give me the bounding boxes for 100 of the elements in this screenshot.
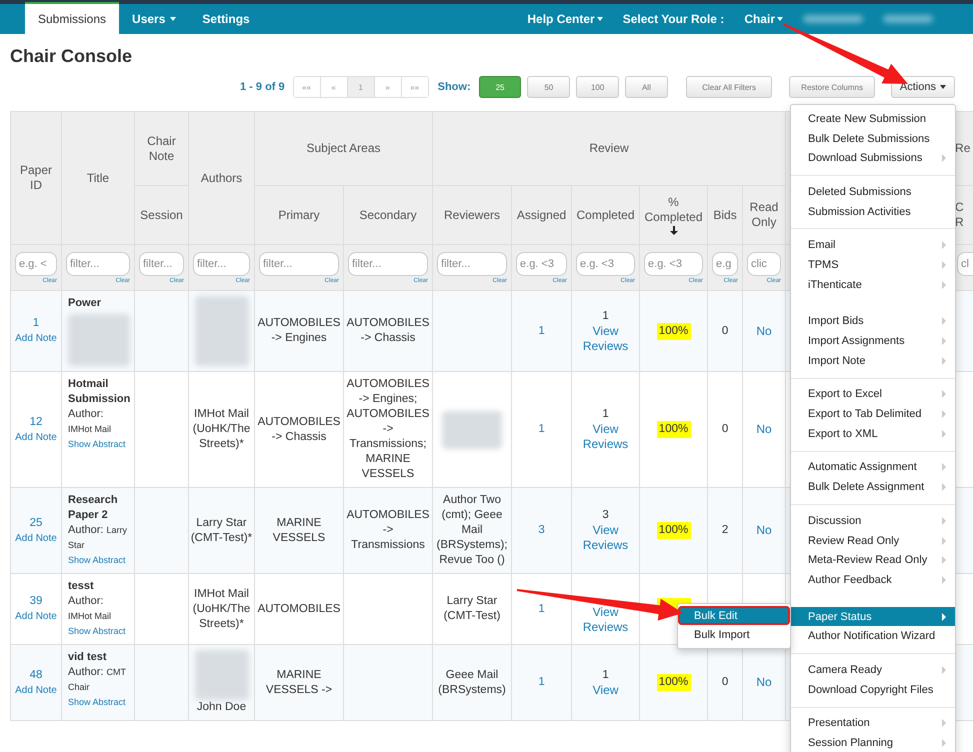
column-header: Subject Areas [306, 141, 381, 155]
view-reviews-link[interactable]: View [573, 682, 638, 698]
view-reviews-link[interactable]: View Reviews [573, 422, 638, 452]
read-only-link[interactable]: No [744, 675, 784, 690]
page-size-button[interactable]: All [625, 76, 668, 98]
menu-item[interactable]: iThenticate [791, 274, 955, 294]
show-abstract-link[interactable]: Show Abstract [68, 437, 128, 452]
toolbar-button[interactable]: Restore Columns [789, 76, 875, 98]
paper-title: vid test [68, 650, 108, 665]
subject-area: AUTOMOBILES -> Engines; AUTOMOBILES -> Transmissions; MARINE VESSELS [345, 377, 432, 482]
nav-tab[interactable]: Submissions [25, 2, 120, 34]
menu-item[interactable]: Paper Status [791, 606, 955, 626]
menu-item[interactable]: Deleted Submissions [791, 182, 955, 202]
menu-item[interactable]: Email [791, 235, 955, 256]
nav-item[interactable]: Select Your Role : [622, 12, 724, 26]
menu-item[interactable]: Export to XML [791, 424, 955, 444]
menu-item[interactable]: Bulk Edit [678, 606, 790, 625]
add-note-link[interactable]: Add Note [12, 530, 60, 546]
filter-field[interactable]: e.g. < [15, 252, 57, 276]
add-note-link[interactable]: Add Note [12, 609, 60, 624]
filter-field[interactable]: e.g. <3 [576, 252, 636, 276]
filter-field[interactable]: filter... [437, 252, 508, 276]
assigned-count[interactable]: 1 [513, 675, 570, 690]
filter-field[interactable]: filter... [139, 252, 184, 276]
page-size-button[interactable]: 100 [576, 76, 620, 98]
view-reviews-link[interactable]: View Reviews [573, 523, 638, 553]
nav-item[interactable]: Help Center [527, 12, 603, 26]
add-note-link[interactable]: Add Note [12, 331, 60, 346]
filter-field[interactable]: clic [747, 252, 782, 276]
filter-field[interactable]: e.g. <3 [516, 252, 568, 276]
filter-field[interactable]: filter... [348, 252, 428, 276]
percent-completed: 100% [656, 322, 691, 340]
completed-count: 3 [601, 508, 610, 523]
assigned-count[interactable]: 1 [513, 324, 570, 338]
view-reviews-link[interactable]: View Reviews [573, 324, 638, 354]
assigned-count[interactable]: 3 [513, 523, 570, 538]
filter-field[interactable]: filter... [259, 252, 339, 276]
percent-completed: 100% [656, 522, 691, 539]
subject-area: AUTOMOBILES -> Transmissions [345, 508, 432, 553]
toolbar-button[interactable]: Clear All Filters [686, 76, 772, 98]
page-size-button[interactable]: 25 [478, 76, 522, 98]
filter-field[interactable]: e.g. <3 [644, 252, 704, 276]
read-only-link[interactable]: No [744, 523, 784, 538]
menu-item[interactable]: Author Feedback [791, 570, 955, 590]
read-only-link[interactable]: No [744, 324, 784, 338]
column-header: Secondary [359, 208, 417, 222]
column-header: Reviewers [444, 208, 500, 222]
read-only-link[interactable]: No [744, 422, 784, 437]
add-note-link[interactable]: Add Note [12, 682, 60, 698]
menu-item[interactable]: Submission Activities [791, 202, 955, 222]
subject-area: MARINE VESSELS -> [256, 668, 342, 698]
menu-item[interactable]: Create New Submission [791, 109, 955, 129]
filter-field[interactable]: filter... [66, 252, 130, 276]
paper-title: tesst [68, 579, 95, 594]
nav-tab[interactable]: Users [119, 4, 190, 34]
menu-item[interactable]: Import Assignments [791, 331, 955, 351]
menu-item[interactable]: Presentation [791, 714, 955, 734]
filter-field[interactable]: cl [957, 252, 973, 276]
sort-arrow-icon[interactable] [670, 226, 678, 235]
page-button[interactable]: 1 [346, 77, 374, 97]
assigned-count[interactable]: 1 [513, 422, 570, 437]
show-abstract-link[interactable]: Show Abstract [68, 624, 128, 639]
menu-item[interactable]: Download Submissions [791, 148, 955, 168]
menu-item[interactable]: Discussion [791, 511, 955, 531]
menu-item[interactable]: Import Bids [791, 312, 955, 332]
menu-item[interactable]: Download Copyright Files [791, 680, 955, 700]
show-abstract-link[interactable]: Show Abstract [68, 553, 128, 568]
show-label: Show: [438, 81, 471, 93]
column-header: Chair Note [147, 134, 176, 162]
menu-item[interactable]: Session Planning [791, 733, 955, 752]
page-size-button[interactable]: 50 [527, 76, 570, 98]
filter-field[interactable]: filter... [193, 252, 250, 276]
menu-item[interactable]: Export to Tab Delimited [791, 404, 955, 424]
percent-completed: 100% [656, 674, 691, 691]
menu-item[interactable]: Author Notification Wizard [791, 626, 955, 646]
bid-count: 2 [720, 523, 730, 538]
add-note-link[interactable]: Add Note [12, 430, 60, 444]
menu-item[interactable]: Bulk Delete Submissions [791, 128, 955, 148]
menu-item[interactable]: Bulk Import [678, 625, 790, 644]
paper-title: Power [68, 296, 102, 311]
subject-area: AUTOMOBILES -> Chassis [345, 316, 432, 346]
menu-item[interactable]: Automatic Assignment [791, 458, 955, 478]
nav-tab[interactable]: Settings [189, 4, 263, 34]
author-name: Larry Star (CMT-Test)* [190, 516, 253, 546]
menu-item[interactable]: Import Note [791, 350, 955, 371]
filter-field[interactable]: e.g [712, 252, 738, 276]
author-line: Author: CMT Chair [68, 665, 127, 694]
column-header: Assigned [516, 208, 566, 222]
subject-area: AUTOMOBILES -> Chassis [256, 414, 342, 444]
show-abstract-link[interactable]: Show Abstract [68, 695, 128, 710]
menu-item[interactable]: Export to Excel [791, 384, 955, 404]
menu-item[interactable]: Camera Ready [791, 660, 955, 680]
menu-item[interactable]: Review Read Only [791, 530, 955, 550]
paper-id: 1 [32, 316, 40, 331]
menu-item[interactable]: Meta-Review Read Only [791, 550, 955, 570]
menu-item[interactable]: TPMS [791, 255, 955, 275]
menu-item[interactable]: Bulk Delete Assignment [791, 477, 955, 497]
actions-button[interactable]: Actions [890, 76, 955, 98]
author-name: John Doe [196, 700, 248, 715]
page-button[interactable]: »» [400, 77, 428, 97]
